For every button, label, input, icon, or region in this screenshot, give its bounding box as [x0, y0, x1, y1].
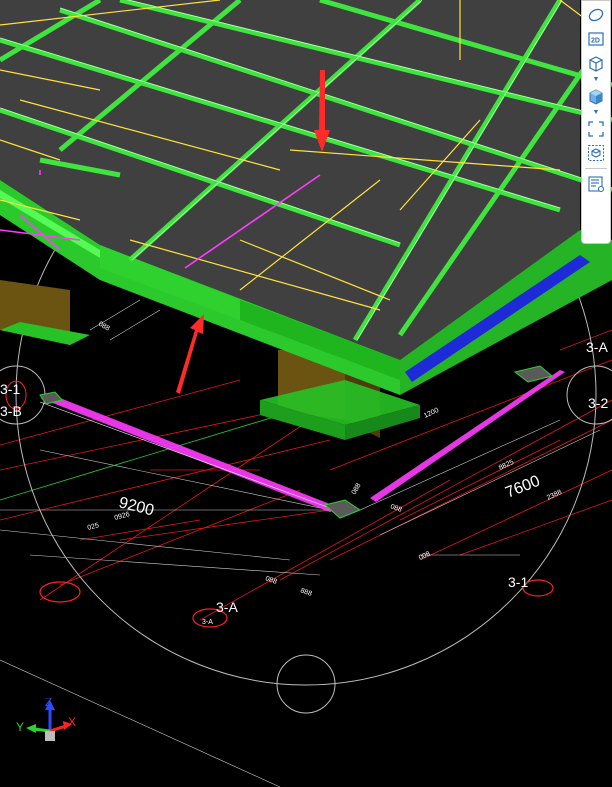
chevron-down-icon[interactable]: ▼ — [584, 108, 608, 117]
grid-label-3-a: 3-A — [216, 599, 238, 615]
fit-extents-icon[interactable] — [584, 117, 608, 141]
grid-label-3-1-right: 3-1 — [508, 574, 528, 590]
view-3d-wireframe-icon[interactable] — [584, 51, 608, 75]
small-label: 088 — [351, 482, 363, 496]
view-3d-shaded-icon[interactable] — [584, 84, 608, 108]
orbit-icon[interactable] — [584, 3, 608, 27]
chevron-down-icon[interactable]: ▼ — [584, 75, 608, 84]
toolbar-divider — [585, 168, 607, 169]
small-label: 0926 — [114, 511, 131, 522]
small-label: 888 — [299, 587, 312, 598]
small-label: 088 — [389, 503, 402, 514]
axis-y-label: Y — [16, 720, 24, 734]
x-axis-icon — [49, 724, 67, 733]
cad-3d-viewport[interactable]: 9200 7600 3-A 3-1 3-1 3-B 3-2 3-A 088 12… — [0, 0, 612, 787]
small-label: 088 — [264, 575, 277, 586]
small-label: 3-A — [202, 619, 213, 626]
grid-label-3-1-left: 3-1 — [0, 381, 20, 397]
view-2d-icon[interactable]: 2D — [584, 27, 608, 51]
dimension-7600: 7600 — [503, 473, 542, 502]
grid-label-3-a-right: 3-A — [586, 339, 608, 355]
small-label: 088 — [97, 321, 111, 333]
grid-label-3-2: 3-2 — [588, 395, 608, 411]
small-label: 025 — [87, 522, 100, 532]
small-label: 1200 — [423, 407, 440, 420]
axis-x-label: X — [68, 715, 76, 729]
axis-z-label: Z — [45, 698, 52, 709]
svg-text:2D: 2D — [591, 38, 600, 45]
view-toolbar: 2D ▼ ▼ — [581, 0, 611, 244]
small-label: 008 — [418, 550, 432, 561]
y-axis-icon — [33, 727, 51, 733]
axis-gizmo: X Y Z — [12, 695, 82, 748]
small-label: 2388 — [546, 489, 563, 502]
section-box-icon[interactable] — [584, 141, 608, 165]
model-scene[interactable]: 9200 7600 3-A 3-1 3-1 3-B 3-2 3-A 088 12… — [0, 0, 612, 787]
properties-panel-icon[interactable] — [584, 172, 608, 196]
grid-label-3-b: 3-B — [0, 403, 22, 419]
